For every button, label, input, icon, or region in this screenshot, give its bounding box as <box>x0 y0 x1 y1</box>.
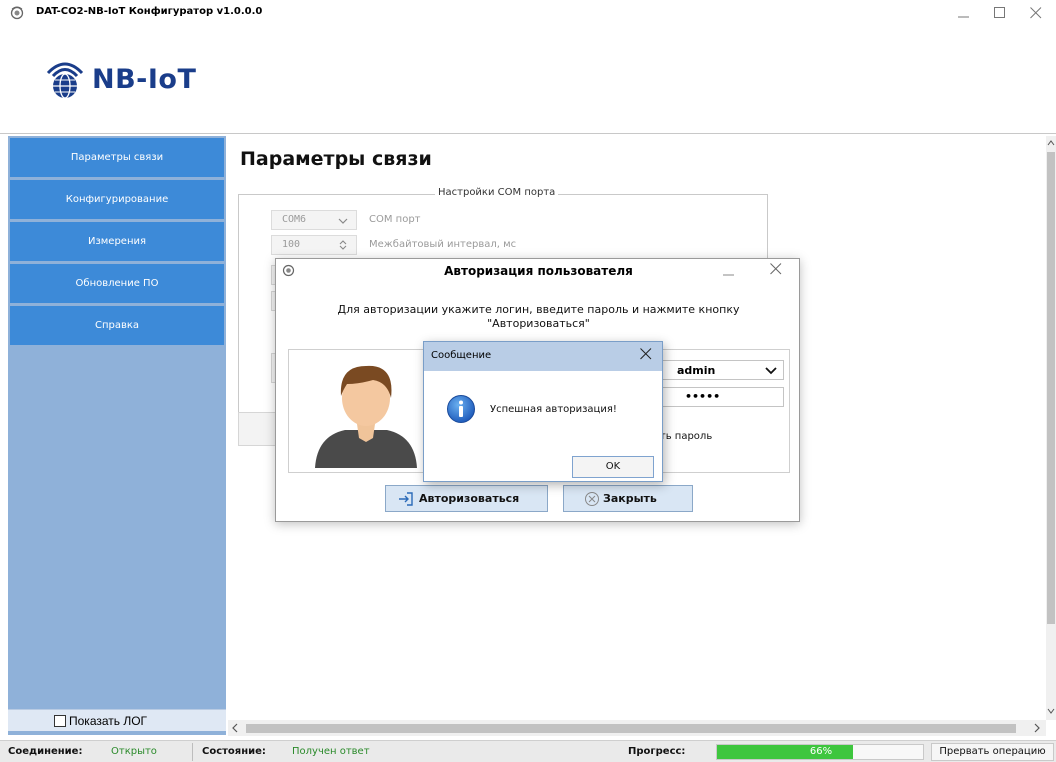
auth-instructions-line2: "Авторизоваться" <box>487 317 590 330</box>
interval-value: 100 <box>282 239 301 250</box>
sidebar: Параметры связи Конфигурирование Измерен… <box>8 136 226 735</box>
minimize-icon <box>958 16 969 18</box>
com-port-label: COM порт <box>369 214 421 225</box>
show-log-label: Показать ЛОГ <box>69 714 148 728</box>
auth-instructions: Для авторизации укажите логин, введите п… <box>296 303 781 331</box>
com-settings-title: Настройки COM порта <box>435 187 559 198</box>
scroll-up-icon <box>1047 140 1055 146</box>
state-key: Состояние: <box>202 746 266 757</box>
sidebar-item-help[interactable]: Справка <box>10 306 224 345</box>
minimize-icon[interactable] <box>723 265 735 277</box>
close-icon <box>1030 7 1042 19</box>
app-header: NB-IoT <box>0 27 1056 134</box>
title-bar: DAT-CO2-NB-IoT Конфигуратор v1.0.0.0 <box>0 0 1056 27</box>
progress-key: Прогресс: <box>628 746 686 757</box>
page-title: Параметры связи <box>240 148 432 170</box>
close-window-button[interactable] <box>1018 0 1054 27</box>
state-status: Получен ответ <box>292 746 370 757</box>
login-icon <box>399 492 413 506</box>
user-avatar-icon <box>315 365 417 468</box>
logo-text: NB-IoT <box>92 64 197 95</box>
info-icon <box>447 395 475 423</box>
interval-spinner[interactable]: 100 <box>271 235 357 255</box>
sidebar-item-measurements[interactable]: Измерения <box>10 222 224 261</box>
authorize-button-label: Авторизоваться <box>419 492 520 505</box>
scroll-down-icon <box>1047 708 1055 714</box>
show-log-toggle[interactable]: Показать ЛОГ <box>8 709 226 731</box>
horizontal-scroll-thumb[interactable] <box>246 724 1016 733</box>
connection-key: Соединение: <box>8 746 83 757</box>
close-icon[interactable] <box>770 263 782 275</box>
com-port-select[interactable]: COM6 <box>271 210 357 230</box>
spinner-arrows-icon <box>339 240 347 250</box>
scroll-right-icon <box>1034 723 1040 733</box>
vertical-scroll-thumb[interactable] <box>1047 152 1055 624</box>
password-field[interactable]: ••••• <box>662 387 784 407</box>
close-dialog-label: Закрыть <box>603 492 657 505</box>
close-dialog-button[interactable]: Закрыть <box>563 485 693 512</box>
globe-signal-icon <box>46 62 84 99</box>
status-separator <box>192 743 193 761</box>
interval-label: Межбайтовый интервал, мс <box>369 239 517 250</box>
message-box: Сообщение Успешная авторизация! OK <box>423 341 663 482</box>
progress-label: 66% <box>809 746 833 757</box>
horizontal-scrollbar[interactable] <box>228 720 1046 736</box>
scroll-left-icon <box>232 723 238 733</box>
message-text: Успешная авторизация! <box>490 404 617 415</box>
app-icon <box>10 6 24 20</box>
chevron-down-icon <box>765 367 777 375</box>
message-box-titlebar: Сообщение <box>424 342 662 371</box>
close-circle-icon <box>585 492 599 506</box>
sidebar-item-connection-params[interactable]: Параметры связи <box>10 138 224 177</box>
window-title: DAT-CO2-NB-IoT Конфигуратор v1.0.0.0 <box>36 6 263 17</box>
nb-iot-logo: NB-IoT <box>40 55 200 107</box>
authorize-button[interactable]: Авторизоваться <box>385 485 548 512</box>
status-bar: Соединение: Открыто Состояние: Получен о… <box>0 740 1056 762</box>
login-select[interactable]: admin <box>662 360 784 380</box>
vertical-scrollbar[interactable] <box>1046 136 1056 720</box>
com-port-value: COM6 <box>282 214 307 225</box>
progress-bar: 66% <box>716 744 924 760</box>
auth-instructions-line1: Для авторизации укажите логин, введите п… <box>337 303 740 316</box>
connection-status: Открыто <box>111 746 157 757</box>
sidebar-item-firmware-update[interactable]: Обновление ПО <box>10 264 224 303</box>
maximize-icon <box>994 7 1005 18</box>
login-value: admin <box>677 364 716 377</box>
abort-operation-button[interactable]: Прервать операцию <box>931 743 1054 761</box>
ok-button[interactable]: OK <box>572 456 654 478</box>
show-log-checkbox[interactable] <box>54 715 66 727</box>
message-box-title: Сообщение <box>431 350 492 361</box>
chevron-down-icon <box>338 218 348 224</box>
maximize-button[interactable] <box>982 0 1018 27</box>
minimize-button[interactable] <box>946 0 982 27</box>
close-icon[interactable] <box>640 348 652 360</box>
sidebar-item-configuration[interactable]: Конфигурирование <box>10 180 224 219</box>
